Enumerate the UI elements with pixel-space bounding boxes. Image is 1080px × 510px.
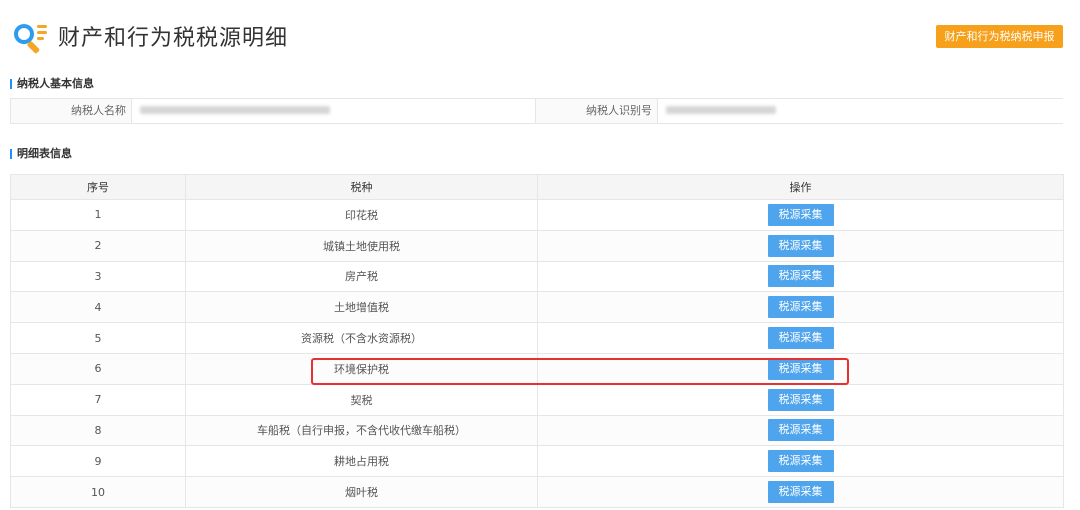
- collect-tax-source-button[interactable]: 税源采集: [767, 234, 834, 257]
- row-tax-type: 车船税（自行申报，不含代收代缴车船税）: [185, 414, 538, 447]
- collect-tax-source-button[interactable]: 税源采集: [767, 419, 834, 442]
- row-tax-type: 城镇土地使用税: [185, 229, 538, 262]
- page-title: 财产和行为税税源明细: [58, 26, 289, 51]
- row-action-cell: 税源采集: [537, 352, 1064, 385]
- row-number: 7: [10, 383, 186, 416]
- row-action-cell: 税源采集: [537, 322, 1064, 354]
- collect-tax-source-button[interactable]: 税源采集: [767, 450, 834, 473]
- column-header-action: 操作: [537, 174, 1064, 200]
- row-action-cell: 税源采集: [537, 260, 1064, 293]
- collect-tax-source-button[interactable]: 税源采集: [767, 357, 834, 380]
- taxpayer-id-label: 纳税人识别号: [586, 104, 652, 117]
- taxpayer-info-section-title: 纳税人基本信息: [10, 77, 94, 91]
- table-row: 2 城镇土地使用税 税源采集: [10, 229, 1064, 262]
- row-tax-type: 房产税: [185, 260, 538, 293]
- taxpayer-name-label: 纳税人名称: [71, 104, 126, 117]
- row-tax-type: 耕地占用税: [185, 445, 538, 478]
- row-action-cell: 税源采集: [537, 383, 1064, 416]
- row-action-cell: 税源采集: [537, 476, 1064, 508]
- table-row: 6 环境保护税 税源采集: [10, 352, 1064, 385]
- collect-tax-source-button[interactable]: 税源采集: [767, 481, 834, 504]
- row-action-cell: 税源采集: [537, 229, 1064, 262]
- collect-tax-source-button[interactable]: 税源采集: [767, 388, 834, 411]
- column-header-number: 序号: [10, 174, 186, 200]
- row-tax-type: 环境保护税: [185, 352, 538, 385]
- redacted-text: [666, 106, 776, 114]
- table-row: 9 耕地占用税 税源采集: [10, 445, 1064, 478]
- row-tax-type: 土地增值税: [185, 291, 538, 324]
- row-tax-type: 印花税: [185, 199, 538, 231]
- table-row: 7 契税 税源采集: [10, 383, 1064, 416]
- table-row: 4 土地增值税 税源采集: [10, 291, 1064, 324]
- column-header-tax-type: 税种: [185, 174, 538, 200]
- collect-tax-source-button[interactable]: 税源采集: [767, 327, 834, 350]
- table-row: 8 车船税（自行申报，不含代收代缴车船税） 税源采集: [10, 414, 1064, 447]
- row-number: 6: [10, 352, 186, 385]
- row-tax-type: 烟叶税: [185, 476, 538, 508]
- table-row: 5 资源税（不含水资源税） 税源采集: [10, 322, 1064, 354]
- row-number: 4: [10, 291, 186, 324]
- row-action-cell: 税源采集: [537, 291, 1064, 324]
- row-number: 5: [10, 322, 186, 354]
- taxpayer-name-value: [131, 99, 536, 123]
- collect-tax-source-button[interactable]: 税源采集: [767, 203, 834, 226]
- tax-source-table: 序号 税种 操作 1 印花税 税源采集 2 城镇土地使用税 税源采集 3 房产税 税源采集 4 土地…: [10, 174, 1064, 508]
- row-tax-type: 资源税（不含水资源税）: [185, 322, 538, 354]
- collect-tax-source-button[interactable]: 税源采集: [767, 296, 834, 319]
- row-action-cell: 税源采集: [537, 199, 1064, 231]
- table-header-row: 序号 税种 操作: [10, 174, 1064, 200]
- row-action-cell: 税源采集: [537, 445, 1064, 478]
- table-row: 1 印花税 税源采集: [10, 199, 1064, 231]
- row-number: 10: [10, 476, 186, 508]
- row-number: 3: [10, 260, 186, 293]
- table-row: 10 烟叶税 税源采集: [10, 476, 1064, 508]
- redacted-text: [140, 106, 330, 114]
- detail-section-title: 明细表信息: [10, 147, 72, 161]
- collect-tax-source-button[interactable]: 税源采集: [767, 265, 834, 288]
- row-tax-type: 契税: [185, 383, 538, 416]
- table-row: 3 房产税 税源采集: [10, 260, 1064, 293]
- row-number: 9: [10, 445, 186, 478]
- row-number: 1: [10, 199, 186, 231]
- page-header: 财产和行为税税源明细 财产和行为税纳税申报: [0, 0, 1080, 70]
- taxpayer-id-value: [657, 99, 1063, 123]
- row-action-cell: 税源采集: [537, 414, 1064, 447]
- taxpayer-info-bar: 纳税人名称 纳税人识别号: [10, 98, 1063, 124]
- search-list-icon: [14, 24, 47, 54]
- row-number: 2: [10, 229, 186, 262]
- row-number: 8: [10, 414, 186, 447]
- tax-declare-button[interactable]: 财产和行为税纳税申报: [936, 25, 1063, 48]
